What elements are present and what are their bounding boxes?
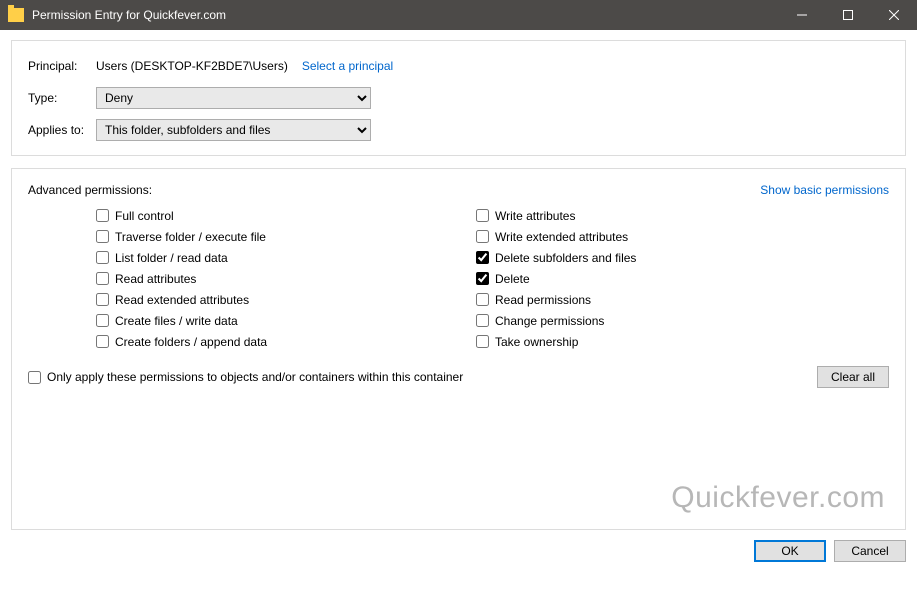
only-apply-label[interactable]: Only apply these permissions to objects … (47, 370, 463, 384)
applies-to-select[interactable]: This folder, subfolders and files (96, 119, 371, 141)
clear-all-button[interactable]: Clear all (817, 366, 889, 388)
permission-item: Create folders / append data (96, 331, 476, 352)
select-principal-link[interactable]: Select a principal (302, 59, 393, 73)
permission-label[interactable]: List folder / read data (115, 251, 228, 265)
dialog-footer: OK Cancel (0, 530, 917, 573)
type-select[interactable]: Deny (96, 87, 371, 109)
permission-label[interactable]: Change permissions (495, 314, 604, 328)
advanced-permissions-label: Advanced permissions: (28, 183, 152, 197)
permission-item: Read attributes (96, 268, 476, 289)
permission-item: Delete subfolders and files (476, 247, 856, 268)
header-panel: Principal: Users (DESKTOP-KF2BDE7\Users)… (11, 40, 906, 156)
permission-item: Create files / write data (96, 310, 476, 331)
permission-item: Read permissions (476, 289, 856, 310)
permission-item: List folder / read data (96, 247, 476, 268)
permission-label[interactable]: Write extended attributes (495, 230, 628, 244)
permission-label[interactable]: Create files / write data (115, 314, 238, 328)
permission-label[interactable]: Delete (495, 272, 530, 286)
permission-checkbox[interactable] (96, 314, 109, 327)
permission-checkbox[interactable] (476, 251, 489, 264)
permission-checkbox[interactable] (96, 272, 109, 285)
permission-label[interactable]: Read permissions (495, 293, 591, 307)
permissions-panel: Advanced permissions: Show basic permiss… (11, 168, 906, 530)
titlebar: Permission Entry for Quickfever.com (0, 0, 917, 30)
permission-checkbox[interactable] (96, 251, 109, 264)
show-basic-permissions-link[interactable]: Show basic permissions (760, 183, 889, 197)
permission-label[interactable]: Read attributes (115, 272, 196, 286)
permission-label[interactable]: Read extended attributes (115, 293, 249, 307)
ok-button[interactable]: OK (754, 540, 826, 562)
permission-item: Take ownership (476, 331, 856, 352)
permission-checkbox[interactable] (476, 209, 489, 222)
permission-checkbox[interactable] (96, 335, 109, 348)
only-apply-checkbox[interactable] (28, 371, 41, 384)
permission-item: Change permissions (476, 310, 856, 331)
close-button[interactable] (871, 0, 917, 30)
window-title: Permission Entry for Quickfever.com (32, 8, 226, 22)
permission-item: Write attributes (476, 205, 856, 226)
permission-item: Full control (96, 205, 476, 226)
permission-checkbox[interactable] (476, 293, 489, 306)
watermark: Quickfever.com (671, 481, 885, 515)
principal-value: Users (DESKTOP-KF2BDE7\Users) (96, 59, 288, 73)
permission-checkbox[interactable] (476, 314, 489, 327)
permission-checkbox[interactable] (96, 230, 109, 243)
minimize-button[interactable] (779, 0, 825, 30)
maximize-button[interactable] (825, 0, 871, 30)
permission-checkbox[interactable] (476, 272, 489, 285)
type-label: Type: (28, 91, 96, 105)
cancel-button[interactable]: Cancel (834, 540, 906, 562)
permission-label[interactable]: Write attributes (495, 209, 575, 223)
permission-checkbox[interactable] (476, 230, 489, 243)
permission-checkbox[interactable] (476, 335, 489, 348)
permission-label[interactable]: Delete subfolders and files (495, 251, 636, 265)
permission-label[interactable]: Take ownership (495, 335, 578, 349)
permission-item: Delete (476, 268, 856, 289)
folder-icon (8, 8, 24, 22)
permission-item: Read extended attributes (96, 289, 476, 310)
permission-item: Traverse folder / execute file (96, 226, 476, 247)
principal-label: Principal: (28, 59, 96, 73)
permission-checkbox[interactable] (96, 293, 109, 306)
permission-label[interactable]: Create folders / append data (115, 335, 267, 349)
permission-checkbox[interactable] (96, 209, 109, 222)
applies-to-label: Applies to: (28, 123, 96, 137)
permission-item: Write extended attributes (476, 226, 856, 247)
permission-label[interactable]: Traverse folder / execute file (115, 230, 266, 244)
permission-label[interactable]: Full control (115, 209, 174, 223)
